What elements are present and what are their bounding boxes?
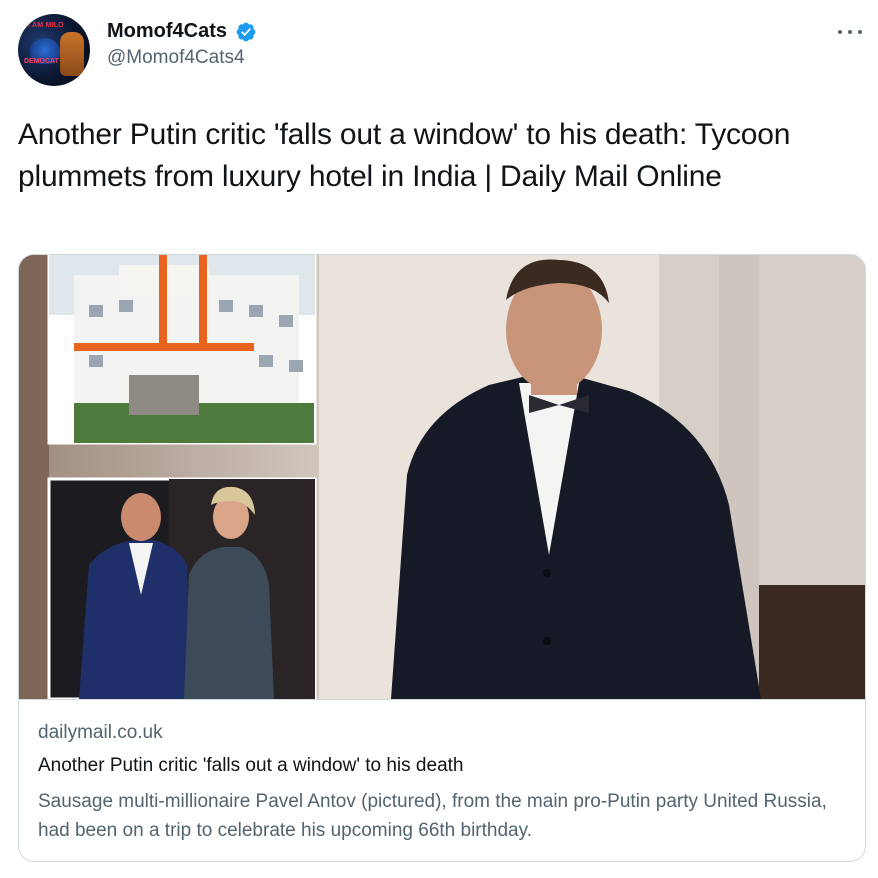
author-handle[interactable]: @Momof4Cats4 <box>107 47 257 69</box>
card-image-graphic <box>19 255 865 699</box>
card-description: Sausage multi-millionaire Pavel Antov (p… <box>38 791 827 841</box>
card-title: Another Putin critic 'falls out a window… <box>38 755 464 776</box>
card-meta[interactable]: dailymail.co.uk Another Putin critic 'fa… <box>19 699 865 861</box>
more-options-icon[interactable] <box>838 22 862 42</box>
avatar-cat-photo <box>60 32 84 76</box>
card-image[interactable] <box>19 255 865 699</box>
tweet-header: I AM MILO DEMOCAT Momof4Cats @Momof4Cats… <box>18 14 866 88</box>
author-avatar[interactable]: I AM MILO DEMOCAT <box>18 14 90 86</box>
link-preview-card[interactable]: dailymail.co.uk Another Putin critic 'fa… <box>18 254 866 862</box>
more-dot <box>838 30 842 34</box>
avatar-text-mid: DEMOCAT <box>24 58 59 65</box>
card-domain: dailymail.co.uk <box>38 722 163 743</box>
author-display-name[interactable]: Momof4Cats <box>107 20 227 43</box>
verified-badge-icon <box>237 22 256 41</box>
more-dot <box>848 30 852 34</box>
tweet-text: Another Putin critic 'falls out a window… <box>18 118 791 193</box>
author-names: Momof4Cats @Momof4Cats4 <box>107 20 257 69</box>
more-dot <box>858 30 862 34</box>
avatar-text-top: I AM MILO <box>28 22 64 29</box>
